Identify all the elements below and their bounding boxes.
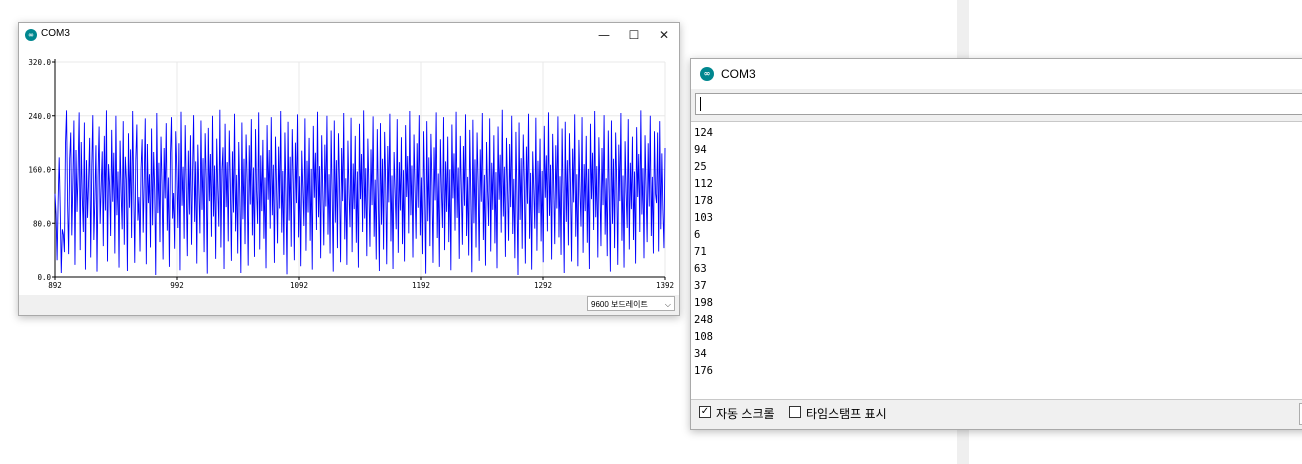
output-line: 34 [694, 348, 707, 360]
x-tick-label: 892 [48, 281, 62, 290]
output-line: 94 [694, 144, 707, 156]
output-line: 108 [694, 331, 713, 343]
y-tick-label: 320.0 [28, 58, 51, 67]
plot-area[interactable]: 0.0 80.0 160.0 240.0 320.0 892 992 1092 1192 1292… [19, 47, 679, 295]
monitor-titlebar[interactable]: ∞ COM3 [691, 59, 1302, 89]
x-tick-label: 1292 [534, 281, 552, 290]
autoscroll-label: 자동 스크롤 [716, 407, 775, 421]
output-line: 6 [694, 229, 701, 241]
output-line: 112 [694, 178, 713, 190]
output-line: 176 [694, 365, 713, 377]
monitor-bottom-bar: ✓ 자동 스크롤 타임스탬프 표시 [691, 399, 1302, 429]
arduino-icon: ∞ [700, 67, 714, 81]
timestamp-label: 타임스탬프 표시 [806, 407, 887, 421]
x-tick-label: 1192 [412, 281, 430, 290]
output-line: 25 [694, 161, 707, 173]
x-tick-label: 1392 [656, 281, 674, 290]
output-line: 37 [694, 280, 707, 292]
timestamp-checkbox[interactable] [789, 406, 801, 418]
series-line [54, 109, 666, 275]
monitor-title: COM3 [721, 67, 756, 81]
maximize-button[interactable]: ☐ [619, 23, 649, 47]
line-chart: 0.080.0160.0240.0320.0892 992 1092 1192 1292… [28, 58, 674, 290]
output-line: 63 [694, 263, 707, 275]
arduino-icon: ∞ [25, 29, 37, 41]
autoscroll-checkbox[interactable]: ✓ [699, 406, 711, 418]
serial-output[interactable]: 124 94 25 112 178 103 6 71 63 37 198 248 108 34 176 [691, 121, 1302, 400]
output-line: 124 [694, 127, 713, 139]
serial-monitor-window: ∞ COM3 124 94 25 112 178 103 6 71 63 37 198 248 108 3… [690, 58, 1302, 430]
output-line: 103 [694, 212, 713, 224]
close-button[interactable]: ✕ [649, 23, 679, 47]
baud-rate-value: 9600 보드레이트 [591, 300, 648, 309]
baud-rate-select[interactable]: 9600 보드레이트 ⌵ [587, 296, 675, 311]
x-tick-label: 992 [170, 281, 184, 290]
y-tick-label: 80.0 [33, 219, 52, 228]
output-line: 198 [694, 297, 713, 309]
chevron-down-icon: ⌵ [664, 300, 671, 309]
send-input[interactable] [695, 93, 1302, 115]
plotter-title: COM3 [41, 28, 70, 39]
y-tick-label: 240.0 [28, 112, 51, 121]
x-tick-label: 1092 [290, 281, 308, 290]
plotter-titlebar[interactable]: ∞ COM3 — ☐ ✕ [19, 23, 679, 47]
minimize-button[interactable]: — [589, 23, 619, 47]
serial-plotter-window: ∞ COM3 — ☐ ✕ 0.0 80.0 160.0 240.0 320.0 892 99… [18, 22, 680, 316]
output-line: 248 [694, 314, 713, 326]
text-caret [700, 97, 701, 111]
output-line: 71 [694, 246, 707, 258]
y-tick-label: 160.0 [28, 166, 51, 175]
output-line: 178 [694, 195, 713, 207]
